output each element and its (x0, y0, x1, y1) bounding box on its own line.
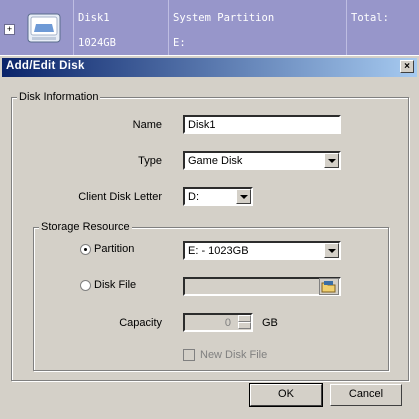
chevron-down-icon[interactable] (324, 153, 339, 168)
type-select-value: Game Disk (188, 155, 243, 167)
column-divider (73, 0, 74, 55)
disk-size: 1024GB (78, 37, 116, 49)
dialog-title: Add/Edit Disk (6, 60, 85, 72)
partition-radio-label: Partition (94, 243, 135, 255)
hard-disk-icon (27, 13, 61, 43)
partition-value: E: (173, 37, 186, 49)
column-divider (346, 0, 347, 55)
disk-name: Disk1 (78, 12, 110, 24)
column-divider (168, 0, 169, 55)
expand-icon[interactable]: + (4, 24, 15, 35)
type-label: Type (138, 155, 162, 167)
name-label: Name (132, 119, 162, 131)
capacity-stepper[interactable]: 0 (183, 313, 253, 332)
disk-file-radio[interactable] (80, 280, 91, 291)
title-bar[interactable]: Add/Edit Disk × (2, 58, 417, 77)
name-input[interactable]: Disk1 (183, 115, 341, 134)
cancel-button[interactable]: Cancel (330, 384, 402, 406)
browse-folder-icon[interactable] (319, 278, 339, 295)
client-disk-letter-value: D: (188, 191, 199, 203)
total-label: Total: (351, 12, 389, 24)
close-button[interactable]: × (400, 60, 414, 73)
capacity-unit: GB (262, 317, 278, 329)
capacity-value: 0 (224, 317, 231, 329)
disk-file-input[interactable] (183, 277, 341, 296)
client-disk-letter-select[interactable]: D: (183, 187, 253, 206)
spin-arrows-icon[interactable] (238, 315, 251, 330)
partition-select-value: E: - 1023GB (188, 245, 249, 257)
new-disk-file-checkbox[interactable] (183, 349, 195, 361)
capacity-label: Capacity (119, 317, 162, 329)
storage-resource-legend: Storage Resource (39, 221, 132, 233)
type-select[interactable]: Game Disk (183, 151, 341, 170)
partition-select[interactable]: E: - 1023GB (183, 241, 341, 260)
chevron-down-icon[interactable] (324, 243, 339, 258)
client-disk-letter-label: Client Disk Letter (78, 191, 162, 203)
chevron-down-icon[interactable] (236, 189, 251, 204)
partition-label: System Partition (173, 12, 275, 24)
disk-information-legend: Disk Information (17, 91, 101, 103)
partition-radio[interactable] (80, 244, 91, 255)
add-edit-disk-dialog: Add/Edit Disk × Disk Information Name Di… (0, 55, 419, 419)
disk-list-row[interactable]: + Disk1 1024GB System Partition E: Total… (0, 0, 419, 55)
disk-file-radio-label: Disk File (94, 279, 137, 291)
new-disk-file-label: New Disk File (200, 349, 268, 361)
close-icon: × (404, 61, 410, 72)
ok-button[interactable]: OK (249, 383, 323, 407)
